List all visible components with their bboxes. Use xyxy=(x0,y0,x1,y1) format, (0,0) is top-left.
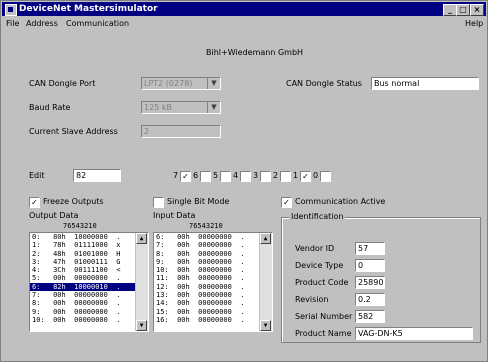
input-data-row[interactable]: 10: 00h 00000000 . xyxy=(154,266,272,274)
input-data-label: Input Data xyxy=(153,211,196,220)
input-data-rows: 6: 00h 00000000 . 7: 00h 00000000 . 8: 00h… xyxy=(154,233,272,324)
baud-rate-label: Baud Rate xyxy=(29,103,71,112)
output-data-row[interactable]: 3: 47h 01000111 G xyxy=(30,258,148,266)
single-bit-mode-label[interactable]: Single Bit Mode xyxy=(167,197,229,206)
window-title: DeviceNet Mastersimulator xyxy=(19,4,158,14)
bit-5-checkbox[interactable] xyxy=(220,171,231,182)
menu-file[interactable]: File xyxy=(6,17,19,31)
bit-6-checkbox[interactable] xyxy=(200,171,211,182)
bit-3-checkbox[interactable] xyxy=(260,171,271,182)
menu-communication[interactable]: Communication xyxy=(66,17,129,31)
bit-4-checkbox[interactable] xyxy=(240,171,251,182)
input-scrollbar[interactable]: ▲ ▼ xyxy=(259,233,272,331)
minimize-icon[interactable]: _ xyxy=(443,4,457,16)
input-data-row[interactable]: 11: 00h 00000000 . xyxy=(154,274,272,282)
can-dongle-port-select[interactable]: LPT2 (0278) ▼ xyxy=(141,77,221,90)
identification-title: Identification xyxy=(289,212,346,221)
output-data-label: Output Data xyxy=(29,211,79,220)
revision-field: 0.2 xyxy=(355,293,385,306)
bit-4-label: 4 xyxy=(233,171,239,180)
bit-1-checkbox[interactable]: ✓ xyxy=(300,171,311,182)
input-data-row[interactable]: 9: 00h 00000000 . xyxy=(154,258,272,266)
menu-address[interactable]: Address xyxy=(26,17,58,31)
single-bit-mode-checkbox[interactable] xyxy=(153,197,164,208)
input-data-row[interactable]: 14: 00h 00000000 . xyxy=(154,299,272,307)
can-dongle-status-field: Bus normal xyxy=(371,77,479,90)
output-data-row[interactable]: 2: 48h 01001000 H xyxy=(30,250,148,258)
bit-5-label: 5 xyxy=(213,171,219,180)
bit-2-label: 2 xyxy=(273,171,279,180)
communication-active-label[interactable]: Communication Active xyxy=(295,197,385,206)
scroll-down-icon[interactable]: ▼ xyxy=(136,320,147,331)
main-window: DeviceNet Mastersimulator _ □ × File Add… xyxy=(0,0,488,362)
output-data-row[interactable]: 8: 00h 00000000 . xyxy=(30,299,148,307)
output-data-row[interactable]: 9: 00h 00000000 . xyxy=(30,308,148,316)
can-dongle-port-label: CAN Dongle Port xyxy=(29,79,96,88)
bit-2-checkbox[interactable] xyxy=(280,171,291,182)
bit-0-label: 0 xyxy=(313,171,319,180)
chevron-down-icon[interactable]: ▼ xyxy=(207,78,220,89)
output-data-row[interactable]: 4: 3Ch 00111100 < xyxy=(30,266,148,274)
freeze-outputs-label[interactable]: Freeze Outputs xyxy=(43,197,104,206)
input-data-header: 76543210 xyxy=(189,222,223,230)
bit-7-label: 7 xyxy=(173,171,179,180)
maximize-icon[interactable]: □ xyxy=(456,4,470,16)
baud-rate-value: 125 kB xyxy=(144,103,172,112)
scroll-up-icon[interactable]: ▲ xyxy=(260,233,271,244)
output-data-row[interactable]: 0: 80h 10000000 . xyxy=(30,233,148,241)
output-data-row[interactable]: 1: 78h 01111000 x xyxy=(30,241,148,249)
output-data-list[interactable]: 0: 80h 10000000 . 1: 78h 01111000 x 2: 48h… xyxy=(29,232,149,332)
chevron-down-icon[interactable]: ▼ xyxy=(207,102,220,113)
input-data-row[interactable]: 13: 00h 00000000 . xyxy=(154,291,272,299)
bit-7-checkbox[interactable]: ✓ xyxy=(180,171,191,182)
output-data-rows: 0: 80h 10000000 . 1: 78h 01111000 x 2: 48h… xyxy=(30,233,148,324)
bit-0-checkbox[interactable] xyxy=(320,171,331,182)
input-data-row[interactable]: 6: 00h 00000000 . xyxy=(154,233,272,241)
scroll-down-icon[interactable]: ▼ xyxy=(260,320,271,331)
vendor-id-label: Vendor ID xyxy=(295,244,335,253)
communication-active-checkbox[interactable]: ✓ xyxy=(281,197,292,208)
current-slave-label: Current Slave Address xyxy=(29,127,118,136)
can-dongle-status-label: CAN Dongle Status xyxy=(286,79,362,88)
current-slave-field: 2 xyxy=(141,125,221,138)
bit-3-label: 3 xyxy=(253,171,259,180)
scroll-up-icon[interactable]: ▲ xyxy=(136,233,147,244)
product-name-field: VAG-DN-K5 xyxy=(355,327,473,340)
input-data-row[interactable]: 15: 00h 00000000 . xyxy=(154,308,272,316)
product-code-field: 25890 xyxy=(355,276,385,289)
bit-1-label: 1 xyxy=(293,171,299,180)
menu-help[interactable]: Help xyxy=(465,17,483,31)
output-data-header: 76543210 xyxy=(63,222,97,230)
output-data-row[interactable]: 6: 82h 10000010 . xyxy=(30,282,148,292)
menu-bar: File Address Communication Help xyxy=(2,17,486,31)
can-dongle-port-value: LPT2 (0278) xyxy=(144,79,193,88)
device-type-field: 0 xyxy=(355,259,385,272)
close-icon[interactable]: × xyxy=(470,4,484,16)
edit-label: Edit xyxy=(29,171,45,180)
output-data-row[interactable]: 5: 00h 00000000 . xyxy=(30,274,148,282)
freeze-outputs-checkbox[interactable]: ✓ xyxy=(29,197,40,208)
edit-input[interactable]: 82 xyxy=(73,169,121,182)
title-bar: DeviceNet Mastersimulator _ □ × xyxy=(2,2,486,16)
output-data-row[interactable]: 10: 00h 00000000 . xyxy=(30,316,148,324)
product-code-label: Product Code xyxy=(295,278,349,287)
device-type-label: Device Type xyxy=(295,261,344,270)
serial-number-label: Serial Number xyxy=(295,312,353,321)
serial-number-field: 582 xyxy=(355,310,385,323)
app-icon xyxy=(5,4,17,16)
output-scrollbar[interactable]: ▲ ▼ xyxy=(135,233,148,331)
input-data-row[interactable]: 8: 00h 00000000 . xyxy=(154,250,272,258)
baud-rate-select[interactable]: 125 kB ▼ xyxy=(141,101,221,114)
input-data-row[interactable]: 16: 00h 00000000 . xyxy=(154,316,272,324)
input-data-row[interactable]: 12: 00h 00000000 . xyxy=(154,283,272,291)
vendor-id-field: 57 xyxy=(355,242,385,255)
product-name-label: Product Name xyxy=(295,329,352,338)
input-data-list[interactable]: 6: 00h 00000000 . 7: 00h 00000000 . 8: 00h… xyxy=(153,232,273,332)
bit-6-label: 6 xyxy=(193,171,199,180)
revision-label: Revision xyxy=(295,295,329,304)
company-name: Bihl+Wiedemann GmbH xyxy=(206,48,304,57)
bit-checkboxes: 7 ✓ 6 5 4 3 2 1 ✓ 0 xyxy=(173,171,353,183)
input-data-row[interactable]: 7: 00h 00000000 . xyxy=(154,241,272,249)
output-data-row[interactable]: 7: 00h 00000000 . xyxy=(30,291,148,299)
